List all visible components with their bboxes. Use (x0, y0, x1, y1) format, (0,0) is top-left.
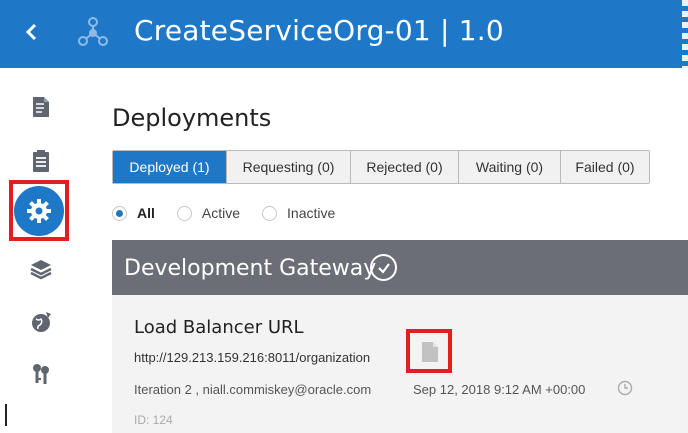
api-nodes-icon (76, 16, 110, 50)
tab-failed[interactable]: Failed (0) (561, 151, 649, 183)
deployment-date: Sep 12, 2018 9:12 AM +00:00 (413, 382, 586, 397)
text-cursor (5, 404, 7, 426)
layers-icon[interactable] (24, 252, 58, 286)
globe-publication-icon[interactable] (24, 305, 58, 339)
tab-rejected[interactable]: Rejected (0) (351, 151, 459, 183)
load-balancer-label: Load Balancer URL (134, 317, 304, 338)
tab-waiting[interactable]: Waiting (0) (459, 151, 561, 183)
page-title: Deployments (112, 104, 272, 132)
clock-icon (617, 380, 633, 396)
radio-dot-icon (262, 205, 278, 221)
check-circle-icon (370, 254, 397, 281)
filter-active-radio[interactable]: Active (176, 205, 241, 221)
filter-all-label: All (137, 205, 155, 221)
tab-deployed[interactable]: Deployed (1) (113, 151, 227, 183)
filter-active-label: Active (201, 205, 241, 221)
status-filter: All Active Inactive (112, 202, 357, 224)
header-edge (682, 0, 688, 68)
app-header: CreateServiceOrg-01 | 1.0 (0, 0, 688, 68)
deployment-tabs: Deployed (1) Requesting (0) Rejected (0)… (112, 150, 650, 184)
tab-requesting[interactable]: Requesting (0) (227, 151, 351, 183)
highlight-box-settings (9, 180, 69, 241)
filter-inactive-radio[interactable]: Inactive (262, 205, 335, 221)
chevron-left-icon[interactable] (22, 22, 42, 42)
gateway-deployment-card: Load Balancer URL http://129.213.159.216… (112, 295, 688, 433)
radio-dot-icon (112, 205, 127, 221)
gateway-header: Development Gateway (112, 240, 688, 295)
iteration-info: Iteration 2 , niall.commiskey@oracle.com (134, 382, 372, 397)
load-balancer-url[interactable]: http://129.213.159.216:8011/organization (134, 350, 404, 365)
deployment-id: ID: 124 (134, 413, 173, 427)
filter-all-radio[interactable]: All (112, 205, 155, 221)
highlight-box-copy (406, 329, 452, 373)
checklist-icon[interactable] (24, 145, 58, 179)
radio-dot-icon (176, 205, 192, 221)
gateway-name: Development Gateway (124, 256, 377, 281)
filter-inactive-label: Inactive (287, 205, 336, 221)
api-implementation-icon[interactable] (24, 90, 58, 124)
grants-keys-icon[interactable] (24, 357, 58, 391)
api-title: CreateServiceOrg-01 | 1.0 (134, 14, 504, 47)
